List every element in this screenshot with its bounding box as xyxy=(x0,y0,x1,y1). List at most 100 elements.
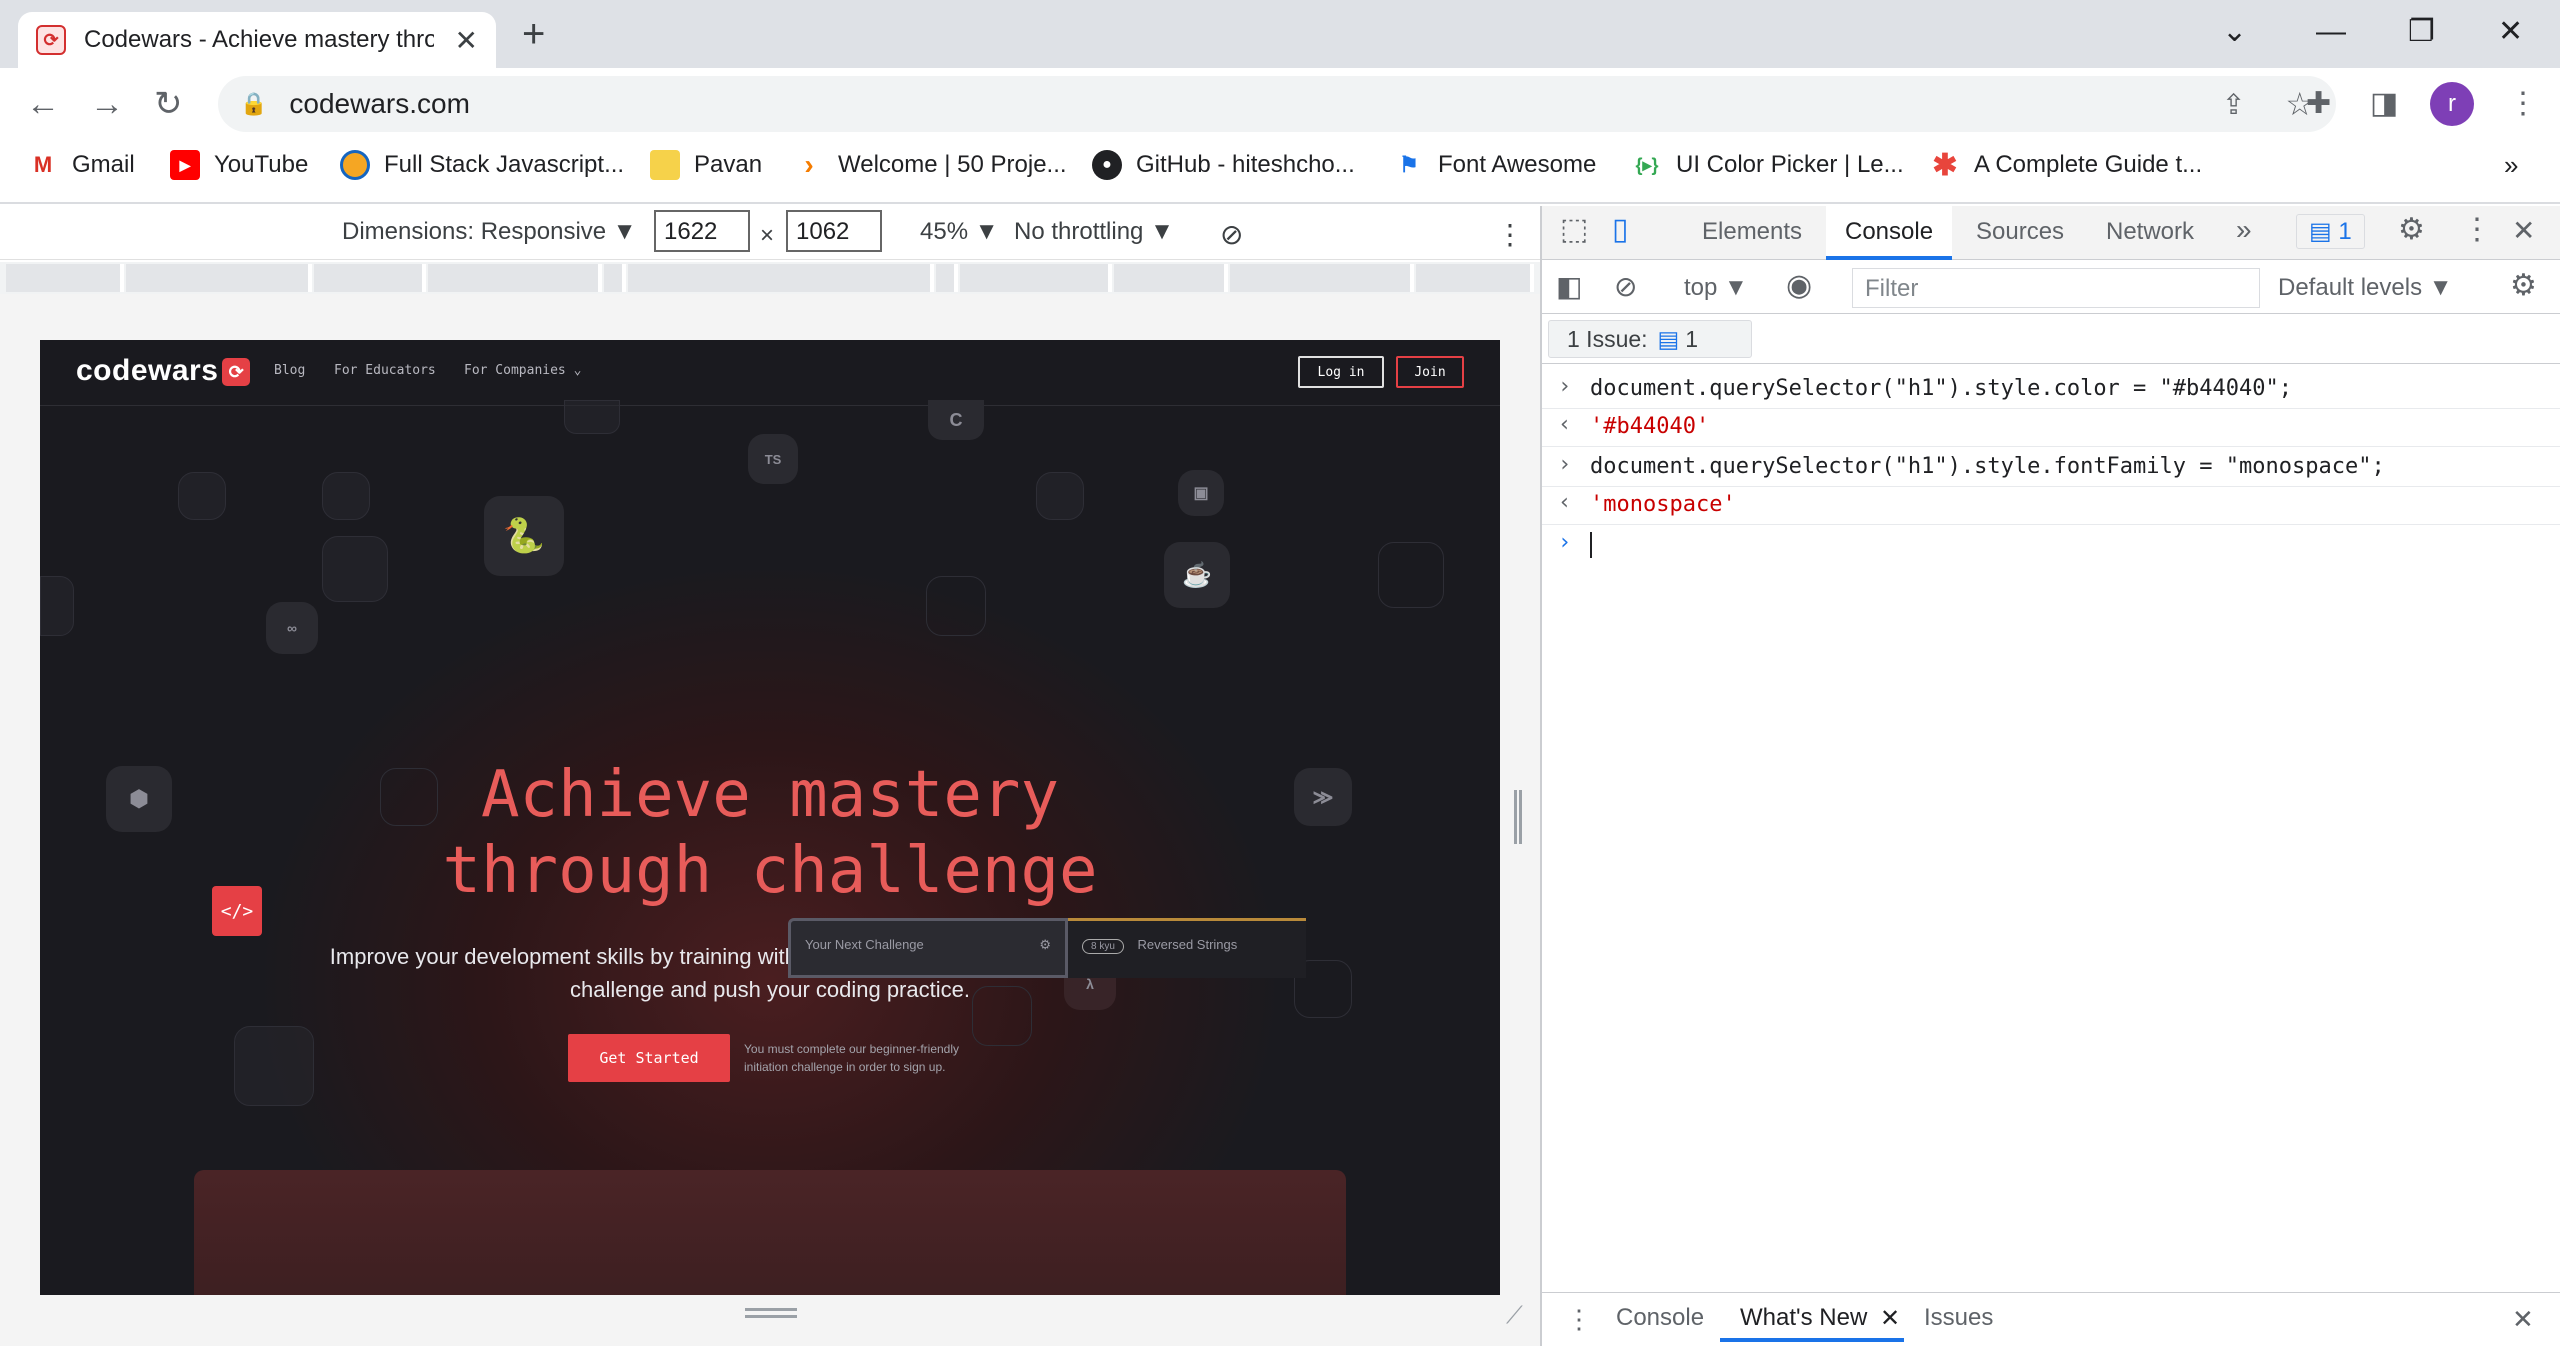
side-panel-icon[interactable]: ◨ xyxy=(2370,86,2398,122)
new-tab-icon[interactable]: + xyxy=(522,14,545,54)
zoom-label: 45% xyxy=(920,218,969,245)
viewport-resize-handle[interactable] xyxy=(1514,790,1522,844)
settings-icon[interactable]: ⚙ xyxy=(1039,937,1051,953)
corner-resize-icon[interactable]: ⟋ xyxy=(1506,1302,1523,1330)
drawer-menu-icon[interactable]: ⋮ xyxy=(1566,1304,1592,1335)
share-icon[interactable]: ⇪ xyxy=(2222,88,2245,121)
ui-color-picker-icon: {▸} xyxy=(1635,154,1659,175)
dropdown-arrow-icon: ▼ xyxy=(612,218,637,245)
width-input[interactable]: 1622 xyxy=(654,210,750,252)
close-tab-icon[interactable]: ✕ xyxy=(455,24,478,57)
console-output-row[interactable]: ‹ 'monospace' xyxy=(1542,486,2560,524)
close-drawer-icon[interactable]: ✕ xyxy=(2512,1304,2534,1335)
console-command: document.querySelector("h1").style.fontF… xyxy=(1590,454,2385,479)
kata-name: Reversed Strings xyxy=(1137,937,1238,952)
zoom-select[interactable]: 45% ▼ xyxy=(920,218,998,246)
codewars-logo[interactable]: codewars ⟳ xyxy=(76,354,251,388)
settings-gear-icon[interactable]: ⚙ xyxy=(2398,212,2425,247)
media-query-segment[interactable] xyxy=(936,264,958,292)
viewport-height-handle[interactable] xyxy=(745,1308,797,1318)
join-button[interactable]: Join xyxy=(1396,356,1464,388)
media-query-segment[interactable] xyxy=(604,264,626,292)
media-query-segment[interactable] xyxy=(1416,264,1534,292)
hero-heading-line1: Achieve mastery xyxy=(481,758,1059,832)
nav-blog[interactable]: Blog xyxy=(274,363,305,378)
device-toggle-icon[interactable]: ▯ xyxy=(1612,212,1629,247)
context-select[interactable]: top ▼ xyxy=(1684,274,1748,302)
media-query-segment[interactable] xyxy=(126,264,312,292)
minimize-icon[interactable]: — xyxy=(2316,12,2346,52)
sidebar-toggle-icon[interactable]: ◧ xyxy=(1556,270,1582,303)
bookmark-gmail[interactable]: M Gmail xyxy=(28,150,135,180)
media-query-segment[interactable] xyxy=(628,264,934,292)
chrome-menu-icon[interactable]: ⋮ xyxy=(2508,86,2538,122)
tab-elements[interactable]: Elements xyxy=(1702,218,1802,246)
kata-panel[interactable]: 8 kyu Reversed Strings xyxy=(1068,918,1306,978)
profile-avatar[interactable]: r xyxy=(2430,82,2474,126)
login-button[interactable]: Log in xyxy=(1298,356,1384,388)
devtools-menu-icon[interactable]: ⋮ xyxy=(2462,212,2492,247)
bookmark-github[interactable]: ● GitHub - hiteshcho... xyxy=(1092,150,1355,180)
media-query-segment[interactable] xyxy=(960,264,1112,292)
log-levels-select[interactable]: Default levels ▼ xyxy=(2278,274,2453,302)
media-query-segment[interactable] xyxy=(314,264,426,292)
tab-network[interactable]: Network xyxy=(2106,218,2194,246)
device-more-icon[interactable]: ⋮ xyxy=(1496,218,1524,251)
reload-icon[interactable]: ↻ xyxy=(154,84,183,124)
drawer-tab-whats-new[interactable]: What's New xyxy=(1740,1304,1867,1332)
bookmark-50-projects[interactable]: › Welcome | 50 Proje... xyxy=(794,149,1066,180)
nav-companies[interactable]: For Companies ⌄ xyxy=(464,363,581,378)
height-input[interactable]: 1062 xyxy=(786,210,882,252)
output-return-icon: ‹ xyxy=(1558,490,1572,515)
nav-educators[interactable]: For Educators xyxy=(334,363,436,378)
times-sign: × xyxy=(760,222,775,249)
bookmark-font-awesome[interactable]: ⚑ Font Awesome xyxy=(1394,150,1596,180)
tab-console[interactable]: Console xyxy=(1845,218,1933,246)
close-window-icon[interactable]: ✕ xyxy=(2498,12,2523,52)
browser-tab[interactable]: ⟳ Codewars - Achieve mastery thro ✕ xyxy=(18,12,496,68)
rotate-icon[interactable]: ⊘ xyxy=(1220,218,1243,251)
console-filter-input[interactable]: Filter xyxy=(1852,268,2260,308)
console-input-row[interactable]: › document.querySelector("h1").style.col… xyxy=(1542,370,2560,408)
media-query-segment[interactable] xyxy=(1230,264,1414,292)
restore-icon[interactable]: ❐ xyxy=(2408,12,2435,52)
inspect-element-icon[interactable]: ⬚ xyxy=(1560,212,1588,247)
more-tabs-icon[interactable]: » xyxy=(2236,214,2252,246)
console-prompt[interactable]: › xyxy=(1542,526,2560,564)
issues-button[interactable]: 1 Issue: ▤ 1 xyxy=(1548,320,1752,358)
close-devtools-icon[interactable]: ✕ xyxy=(2512,214,2535,247)
forward-icon[interactable]: → xyxy=(90,84,124,124)
live-expression-eye-icon[interactable]: ◉ xyxy=(1786,268,1812,303)
drawer-tab-issues[interactable]: Issues xyxy=(1924,1304,1993,1332)
url-text: codewars.com xyxy=(289,88,470,119)
console-output-row[interactable]: ‹ '#b44040' xyxy=(1542,408,2560,446)
clear-console-icon[interactable]: ⊘ xyxy=(1614,270,1637,303)
prompt-caret-icon: › xyxy=(1558,530,1572,555)
bookmark-pavan[interactable]: Pavan xyxy=(650,150,762,180)
address-bar[interactable]: 🔒 codewars.com ⇪ ☆ xyxy=(218,76,2336,132)
language-tile xyxy=(1378,542,1444,608)
throttling-select[interactable]: No throttling ▼ xyxy=(1014,218,1174,246)
media-query-segment[interactable] xyxy=(428,264,602,292)
media-query-segment[interactable] xyxy=(1114,264,1228,292)
get-started-button[interactable]: Get Started xyxy=(568,1034,730,1082)
tab-search-icon[interactable]: ⌄ xyxy=(2222,12,2247,52)
drawer-tab-console[interactable]: Console xyxy=(1616,1304,1704,1332)
bookmark-complete-guide[interactable]: ✱ A Complete Guide t... xyxy=(1930,149,2202,182)
dimensions-select[interactable]: Dimensions: Responsive ▼ xyxy=(342,218,637,246)
extensions-icon[interactable]: ✚ xyxy=(2306,86,2331,122)
media-query-segment[interactable] xyxy=(6,264,124,292)
messages-badge[interactable]: ▤ 1 xyxy=(2296,214,2365,249)
console-settings-icon[interactable]: ⚙ xyxy=(2510,268,2537,303)
back-icon[interactable]: ← xyxy=(26,84,60,124)
close-whats-new-icon[interactable]: ✕ xyxy=(1880,1304,1900,1333)
bookmark-ui-color-picker[interactable]: {▸} UI Color Picker | Le... xyxy=(1632,150,1903,180)
bookmark-fullstack[interactable]: Full Stack Javascript... xyxy=(340,150,624,180)
bookmark-label: Full Stack Javascript... xyxy=(384,151,625,178)
language-tile xyxy=(1036,472,1084,520)
tab-sources[interactable]: Sources xyxy=(1976,218,2064,246)
bookmarks-overflow-icon[interactable]: » xyxy=(2504,150,2518,181)
next-challenge-panel[interactable]: Your Next Challenge ⚙ xyxy=(788,918,1068,978)
bookmark-youtube[interactable]: ▶ YouTube xyxy=(170,150,308,180)
console-input-row[interactable]: › document.querySelector("h1").style.fon… xyxy=(1542,448,2560,486)
